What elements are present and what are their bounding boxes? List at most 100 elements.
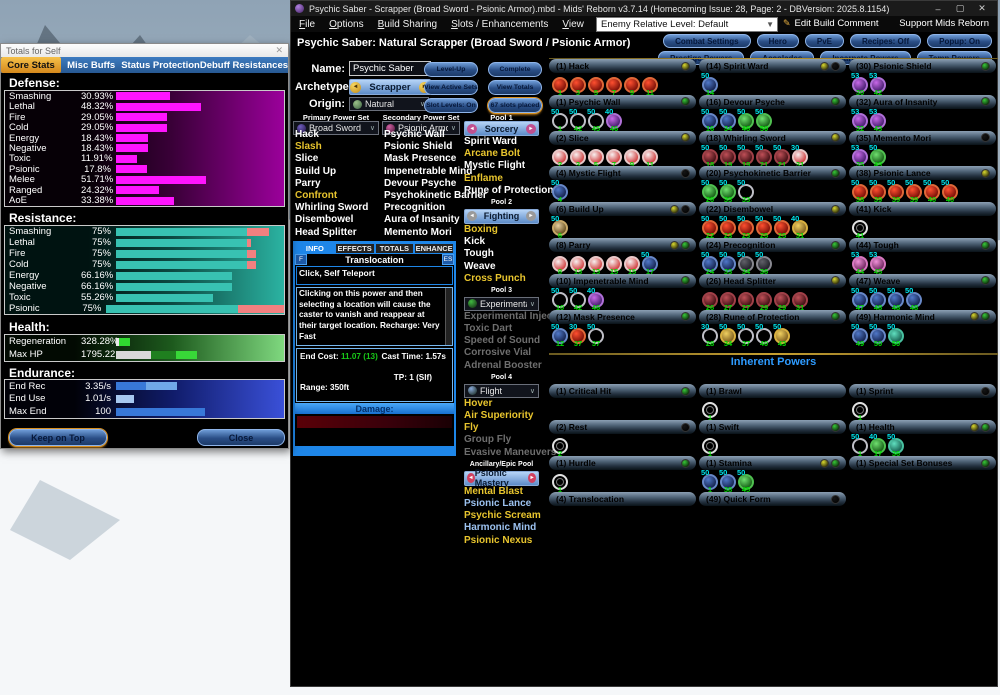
enh-slot[interactable]: 1 xyxy=(701,399,719,419)
power-bar[interactable]: (1) Hurdle xyxy=(549,456,696,470)
powerlist-item[interactable]: Hover xyxy=(464,398,539,410)
enh-slot[interactable]: 4031 xyxy=(791,217,809,237)
enh-slot[interactable]: 8 xyxy=(551,253,569,273)
enh-slot[interactable]: 29 xyxy=(773,289,791,309)
67-slots-placed-button[interactable]: 67 slots placed xyxy=(488,98,542,113)
edit-build-comment-button[interactable]: ✎ Edit Build Comment xyxy=(783,18,879,29)
power-bar[interactable]: (26) Head Splitter xyxy=(699,274,846,288)
powerlist-item[interactable]: Air Superiority xyxy=(464,410,539,422)
name-input[interactable] xyxy=(349,61,431,76)
enh-slot[interactable]: 504 xyxy=(551,181,569,201)
powerlist-item[interactable]: Psionic Nexus xyxy=(464,535,539,547)
pool-next-icon[interactable]: ► xyxy=(526,211,536,221)
archetype-selector[interactable]: ◄ Scrapper ► xyxy=(349,79,431,95)
powerlist-item[interactable]: Disembowel xyxy=(295,214,379,226)
powerlist-item[interactable]: Tough xyxy=(464,248,539,260)
slot-levels-on-button[interactable]: Slot Levels: On xyxy=(424,98,478,113)
info-tab-totals[interactable]: TOTALS xyxy=(375,243,415,254)
powerlist-item[interactable]: Psionic Lance xyxy=(464,498,539,510)
powerlist-item[interactable]: Harmonic Mind xyxy=(464,522,539,534)
powerlist-item[interactable]: Psychokinetic Barrier xyxy=(384,190,460,202)
popup-on-button[interactable]: Popup: On xyxy=(927,34,992,48)
powerlist-item[interactable]: Mystic Flight xyxy=(464,160,539,172)
powerlist-item[interactable]: Fly xyxy=(464,422,539,434)
enh-slot[interactable]: 15 xyxy=(623,253,641,273)
view-totals-button[interactable]: View Totals xyxy=(488,80,542,95)
powerlist-item[interactable]: Devour Psyche xyxy=(384,178,460,190)
info-tab-enhance[interactable]: ENHANCE xyxy=(414,243,454,254)
tab-status-protection[interactable]: Status Protection xyxy=(121,57,200,73)
powerlist-item[interactable]: Mask Presence xyxy=(384,153,460,165)
support-link[interactable]: Support Mids Reborn xyxy=(899,18,989,29)
enh-slot[interactable]: 5 xyxy=(587,146,605,166)
enh-slot[interactable]: 5034 xyxy=(719,110,737,130)
enh-slot[interactable]: 3037 xyxy=(569,325,587,345)
enh-slot[interactable]: 9 xyxy=(623,146,641,166)
power-bar[interactable]: (1) Hack xyxy=(549,59,696,73)
enh-slot[interactable]: 5039 xyxy=(905,181,923,201)
powerlist-item[interactable]: Toxic Dart xyxy=(464,323,539,335)
enh-slot[interactable]: 5033 xyxy=(719,253,737,273)
enh-slot[interactable]: 4046 xyxy=(605,110,623,130)
enh-slot[interactable]: 5017 xyxy=(641,253,659,273)
powerlist-item[interactable]: Confront xyxy=(295,190,379,202)
pool-next-icon[interactable]: ► xyxy=(526,124,536,134)
powerlist-item[interactable]: Psychic Scream xyxy=(464,510,539,522)
enh-slot[interactable]: 5038 xyxy=(851,181,869,201)
enh-slot[interactable]: 3028 xyxy=(701,325,719,345)
enh-slot[interactable]: 5024 xyxy=(701,253,719,273)
powerlist-item[interactable]: Boxing xyxy=(464,224,539,236)
power-bar[interactable]: (2) Slice xyxy=(549,131,696,145)
enh-slot[interactable]: 5040 xyxy=(923,181,941,201)
powerlist-item[interactable]: Slice xyxy=(295,153,379,165)
enh-slot[interactable]: 5344 xyxy=(851,253,869,273)
powerlist-item[interactable]: Cross Punch xyxy=(464,273,539,285)
enh-slot[interactable]: 5025 xyxy=(755,217,773,237)
enh-slot[interactable]: 26 xyxy=(701,289,719,309)
pool-selector-fighting[interactable]: ◄Fighting► xyxy=(464,209,539,224)
enh-slot[interactable]: 5020 xyxy=(701,181,719,201)
enh-slot[interactable]: 29 xyxy=(755,289,773,309)
enh-slot[interactable]: 501 xyxy=(851,435,869,455)
menu-item-view[interactable]: View xyxy=(562,19,584,30)
totals-close-icon[interactable]: ✕ xyxy=(275,45,283,56)
enh-slot[interactable]: 5045 xyxy=(737,471,755,491)
powerlist-item[interactable]: Speed of Sound xyxy=(464,335,539,347)
enh-slot[interactable]: 5025 xyxy=(773,217,791,237)
enh-slot[interactable]: 5047 xyxy=(851,289,869,309)
powerlist-item[interactable]: Adrenal Booster xyxy=(464,360,539,372)
info-right-button[interactable]: ES xyxy=(442,254,454,265)
enh-slot[interactable]: 5033 xyxy=(719,181,737,201)
enh-slot[interactable]: 5330 xyxy=(851,74,869,94)
enh-slot[interactable]: 5040 xyxy=(941,181,959,201)
enh-slot[interactable]: 5345 xyxy=(869,253,887,273)
enemy-relative-level-select[interactable]: Enemy Relative Level: Default ▼ xyxy=(596,17,778,32)
enh-slot[interactable]: 2 xyxy=(551,435,569,455)
maximize-button[interactable]: ▢ xyxy=(949,3,971,14)
enh-slot[interactable]: 5040 xyxy=(755,325,773,345)
enh-slot[interactable]: 5049 xyxy=(851,325,869,345)
power-bar[interactable]: (1) Sprint xyxy=(849,384,996,398)
powerlist-item[interactable]: Experimental Injection xyxy=(464,311,539,323)
power-bar[interactable]: (41) Kick xyxy=(849,202,996,216)
close-button[interactable]: Close xyxy=(197,429,285,446)
enh-slot[interactable]: 5042 xyxy=(569,289,587,309)
tab-debuff-resistances[interactable]: Debuff Resistances xyxy=(200,57,288,73)
power-bar[interactable]: (49) Quick Form xyxy=(699,492,846,506)
powerlist-item[interactable]: Arcane Bolt xyxy=(464,148,539,160)
info-tab-info[interactable]: INFO xyxy=(295,243,335,254)
power-bar[interactable]: (1) Critical Hit xyxy=(549,384,696,398)
enh-slot[interactable]: 5038 xyxy=(719,471,737,491)
enh-slot[interactable]: 11 xyxy=(641,146,659,166)
powerlist-item[interactable]: Evasive Maneuvers xyxy=(464,447,539,459)
enh-slot[interactable]: 501 xyxy=(701,471,719,491)
power-bar[interactable]: (1) Special Set Bonuses xyxy=(849,456,996,470)
enh-slot[interactable]: 5021 xyxy=(755,146,773,166)
enh-slot[interactable]: 506 xyxy=(551,217,569,237)
powerlist-item[interactable]: Precognition xyxy=(384,202,460,214)
enh-slot[interactable]: 5037 xyxy=(737,325,755,345)
enh-slot[interactable]: 2 xyxy=(551,146,569,166)
power-bar[interactable]: (2) Rest xyxy=(549,420,696,434)
pool-next-icon[interactable]: ► xyxy=(528,473,536,483)
powerlist-item[interactable]: Psychic Wall xyxy=(384,129,460,141)
